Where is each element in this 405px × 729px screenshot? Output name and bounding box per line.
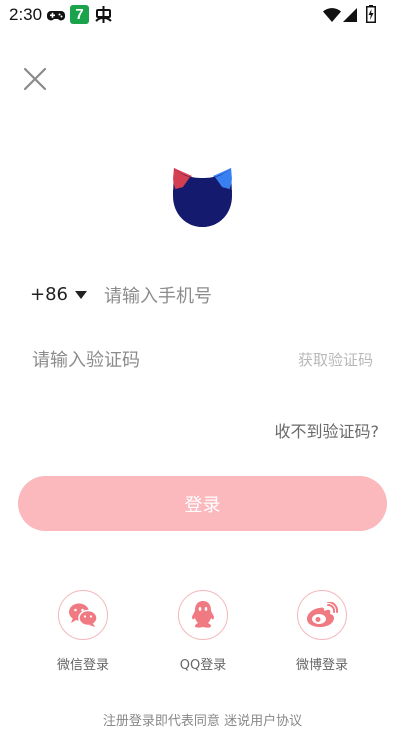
qq-login-button[interactable]: QQ登录 xyxy=(158,590,248,673)
qq-icon-circle xyxy=(178,590,228,640)
weibo-login-button[interactable]: 微博登录 xyxy=(277,590,367,673)
wechat-icon xyxy=(69,603,98,627)
signal-icon xyxy=(343,7,357,26)
weibo-icon-circle xyxy=(297,590,347,640)
wechat-login-button[interactable]: 微信登录 xyxy=(38,590,128,673)
user-agreement-link[interactable]: 迷说用户协议 xyxy=(224,714,302,729)
login-button[interactable]: 登录 xyxy=(18,476,387,531)
phone-input[interactable] xyxy=(104,282,364,310)
country-code-label: +86 xyxy=(30,284,68,305)
weibo-login-label: 微博登录 xyxy=(295,658,348,673)
close-button[interactable] xyxy=(20,64,50,94)
verification-code-input[interactable] xyxy=(32,346,262,374)
close-icon xyxy=(23,67,47,91)
wechat-login-label: 微信登录 xyxy=(56,658,109,673)
qq-icon xyxy=(192,601,214,628)
dropdown-arrow-icon xyxy=(75,290,87,299)
app-7-badge: 7 xyxy=(75,6,84,23)
qq-login-label: QQ登录 xyxy=(179,658,227,673)
no-code-link[interactable]: 收不到验证码? xyxy=(275,418,380,442)
status-bar: 2:30 7 xyxy=(0,0,405,30)
country-code-selector[interactable]: +86 xyxy=(30,284,87,305)
gamepad-icon xyxy=(47,8,65,27)
get-code-button[interactable]: 获取验证码 xyxy=(298,349,373,370)
battery-icon xyxy=(366,5,376,27)
wifi-icon xyxy=(323,7,341,26)
wechat-icon-circle xyxy=(58,590,108,640)
agreement-prefix: 注册登录即代表同意 xyxy=(102,714,220,729)
app-logo xyxy=(170,164,235,230)
status-time: 2:30 xyxy=(9,5,43,24)
weibo-icon xyxy=(307,602,338,627)
bug-icon xyxy=(95,5,112,28)
app-7-icon: 7 xyxy=(70,5,89,24)
